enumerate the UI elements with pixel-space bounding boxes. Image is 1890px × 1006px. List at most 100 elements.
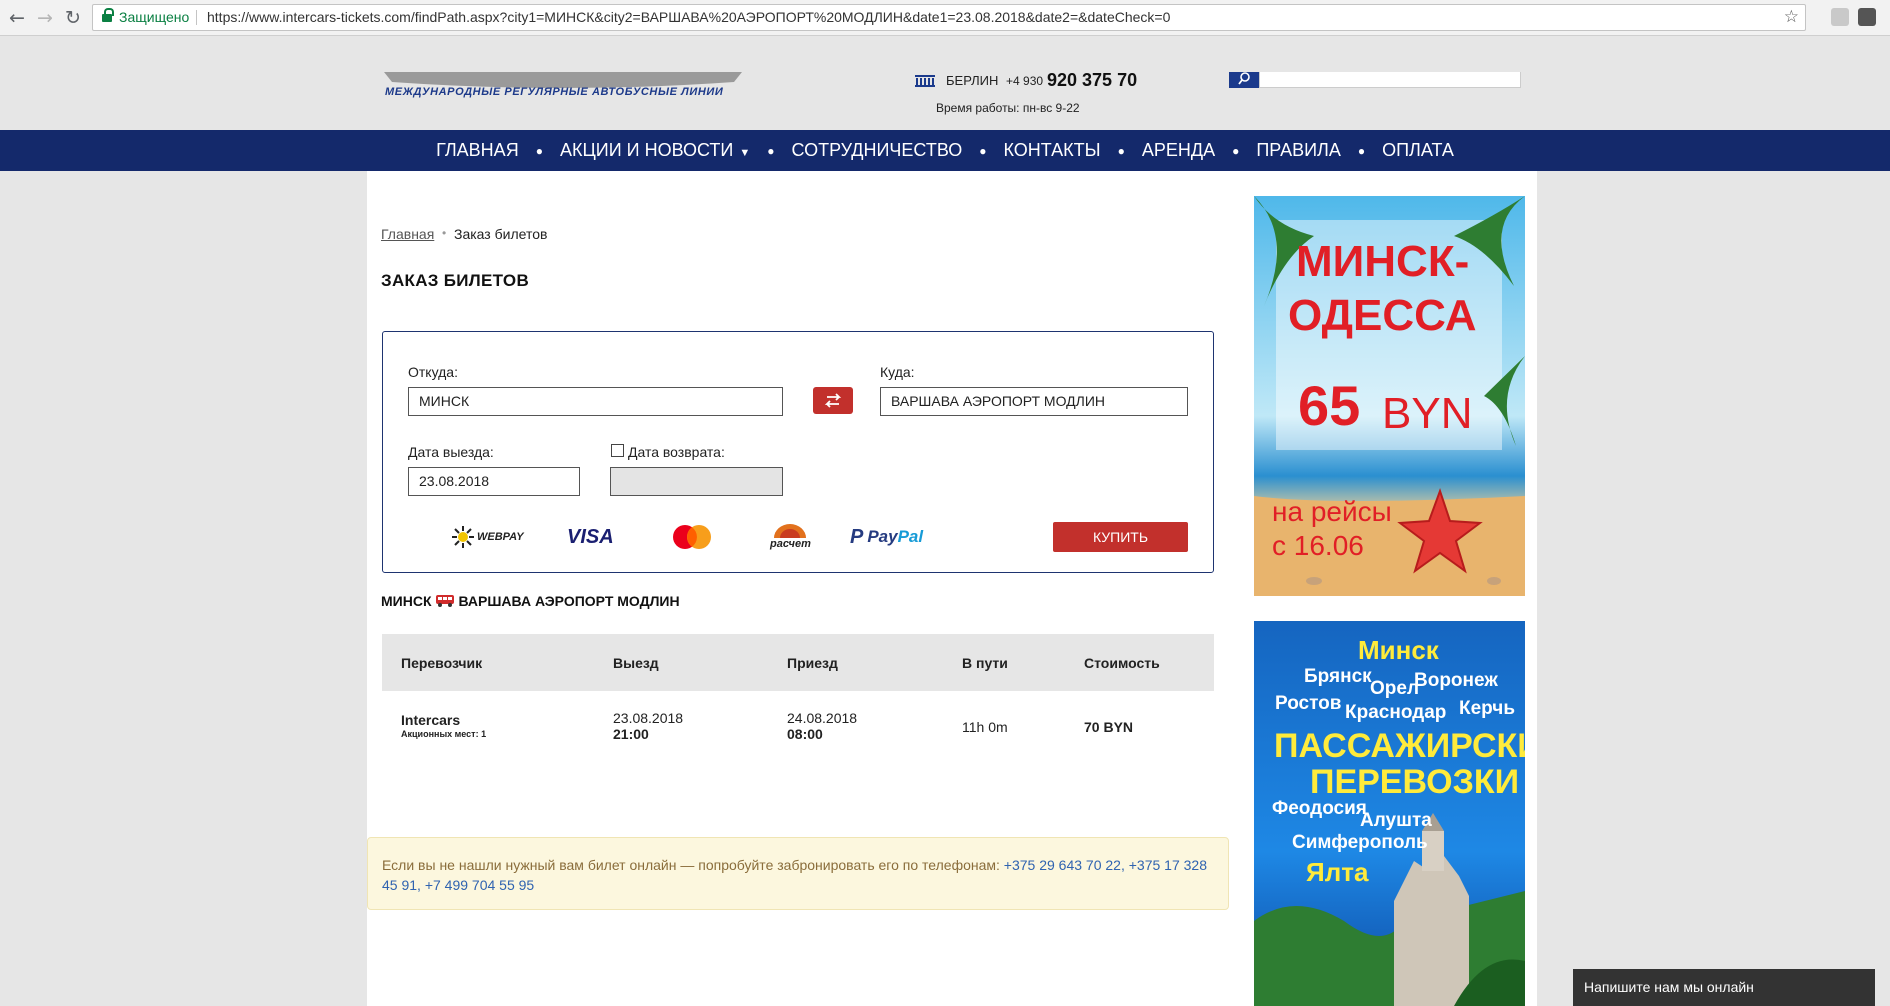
main-nav: ГЛАВНАЯ ● АКЦИИ И НОВОСТИ ▼ ● СОТРУДНИЧЕС… (0, 130, 1890, 171)
banner2-city-orel: Орел (1370, 678, 1420, 699)
reload-icon[interactable]: ↻ (62, 7, 84, 29)
banner1-sub2: с 16.06 (1272, 530, 1364, 561)
banner2-city-minsk: Минск (1358, 635, 1439, 665)
nav-separator: ● (535, 143, 543, 158)
trip-price: 70 BYN (1084, 719, 1134, 735)
phone-number[interactable]: 920 375 70 (1047, 70, 1137, 91)
depart-date-label: Дата выезда: (408, 444, 494, 460)
trip-duration: 11h 0m (962, 719, 1008, 735)
nav-separator: ● (767, 143, 775, 158)
route-title: МИНСК ВАРШАВА АЭРОПОРТ МОДЛИН (381, 593, 680, 609)
secure-label: Защищено (119, 9, 190, 25)
banner2-title1: ПАССАЖИРСКИЕ (1274, 727, 1525, 765)
return-date-input[interactable] (610, 467, 783, 496)
bus-icon (435, 595, 454, 607)
search-icon (1238, 72, 1250, 85)
promo-banner-passenger-transport[interactable]: Минск Брянск Воронеж Орел Ростов Краснод… (1254, 621, 1525, 1006)
route-to: ВАРШАВА АЭРОПОРТ МОДЛИН (458, 593, 680, 609)
banner1-line2: ОДЕССА (1288, 291, 1477, 340)
banner1-price: 65 (1298, 374, 1361, 437)
banner2-city-krasnodar: Краснодар (1345, 702, 1447, 723)
breadcrumb-current: Заказ билетов (454, 226, 548, 242)
banner2-city-rostov: Ростов (1275, 693, 1342, 714)
lock-icon (102, 8, 114, 23)
webpay-logo: WEBPAY (451, 520, 524, 554)
to-label: Куда: (880, 364, 915, 380)
mastercard-logo (670, 520, 714, 554)
banner2-city-feodosia: Феодосия (1272, 798, 1367, 819)
paypal-label: PayPal (867, 527, 923, 547)
raschet-label: расчет (770, 538, 811, 550)
col-price: Стоимость (1084, 655, 1160, 671)
carrier-name: Intercars (401, 712, 461, 728)
swap-arrows-icon (824, 393, 842, 408)
omnibox-divider (196, 10, 197, 25)
arrive-date: 24.08.2018 (787, 710, 858, 726)
depart-time: 21:00 (613, 726, 649, 742)
promo-banner-minsk-odessa[interactable]: МИНСК- ОДЕССА 65 BYN на рейсы с 16.06 (1254, 196, 1525, 596)
nav-item-payment[interactable]: ОПЛАТА (1380, 140, 1456, 161)
return-date-label: Дата возврата: (628, 444, 725, 460)
webpay-label: WEBPAY (477, 531, 524, 543)
bookmark-star-icon[interactable]: ☆ (1784, 5, 1799, 30)
phone-prefix: +4 930 (1006, 74, 1044, 88)
online-chat-widget[interactable]: Напишите нам мы онлайн (1573, 969, 1875, 1006)
nav-item-rent[interactable]: АРЕНДА (1140, 140, 1217, 161)
banner2-city-bryansk: Брянск (1304, 666, 1372, 687)
address-bar[interactable]: Защищено https://www.intercars-tickets.c… (92, 4, 1806, 31)
nav-separator: ● (1232, 143, 1240, 158)
banner2-city-kerch: Керчь (1459, 698, 1516, 719)
nav-item-rules[interactable]: ПРАВИЛА (1254, 140, 1343, 161)
nav-item-news-label: АКЦИИ И НОВОСТИ (559, 140, 734, 160)
webpay-sun-icon (452, 526, 474, 548)
col-arrive: Приезд (787, 655, 838, 671)
paypal-pal: Pal (897, 527, 924, 546)
paypal-pay: Pay (867, 527, 898, 546)
contact-city: БЕРЛИН (946, 73, 999, 88)
camera-extension-icon[interactable] (1858, 8, 1876, 26)
mastercard-icon (673, 525, 711, 549)
nav-separator: ● (1357, 143, 1366, 158)
banner1-sub1: на рейсы (1272, 496, 1392, 527)
banner2-city-yalta: Ялта (1306, 857, 1369, 887)
working-hours: Время работы: пн-вс 9-22 (936, 101, 1080, 115)
paypal-p-icon: P (850, 525, 864, 548)
breadcrumb-separator: • (442, 226, 447, 240)
return-date-checkbox[interactable] (611, 444, 624, 457)
nav-item-home[interactable]: ГЛАВНАЯ (434, 140, 521, 161)
depart-date-input[interactable]: 23.08.2018 (408, 467, 580, 496)
caret-down-icon: ▼ (739, 147, 751, 159)
visa-label: VISA (567, 525, 614, 548)
logo-tagline: МЕЖДУНАРОДНЫЕ РЕГУЛЯРНЫЕ АВТОБУСНЫЕ ЛИНИ… (385, 86, 724, 98)
nav-item-cooperation[interactable]: СОТРУДНИЧЕСТВО (789, 140, 964, 161)
raschet-icon (774, 524, 807, 538)
banner2-city-simferopol: Симферополь (1292, 832, 1428, 853)
from-label: Откуда: (408, 364, 458, 380)
back-arrow-icon[interactable]: ← (6, 7, 28, 29)
site-header: МЕЖДУНАРОДНЫЕ РЕГУЛЯРНЫЕ АВТОБУСНЫЕ ЛИНИ… (0, 36, 1890, 130)
nav-item-contacts[interactable]: КОНТАКТЫ (1002, 140, 1103, 161)
banner1-line1: МИНСК- (1296, 237, 1470, 286)
nav-separator: ● (1117, 143, 1125, 158)
browser-toolbar: ← → ↻ Защищено https://www.intercars-tic… (0, 0, 1890, 36)
arrive-time: 08:00 (787, 726, 823, 742)
results-table-header: Перевозчик Выезд Приезд В пути Стоимость (382, 634, 1214, 691)
paypal-logo: P PayPal (850, 520, 923, 554)
forward-arrow-icon[interactable]: → (34, 7, 56, 29)
url-text[interactable]: https://www.intercars-tickets.com/findPa… (207, 5, 1170, 30)
nav-item-news[interactable]: АКЦИИ И НОВОСТИ ▼ (558, 140, 752, 161)
search-button[interactable] (1229, 72, 1259, 88)
banner2-city-alushta: Алушта (1360, 810, 1432, 831)
from-input[interactable]: МИНСК (408, 387, 783, 416)
page-title: ЗАКАЗ БИЛЕТОВ (381, 271, 530, 290)
search-input[interactable] (1259, 72, 1521, 88)
swap-cities-button[interactable] (813, 387, 853, 414)
to-input[interactable]: ВАРШАВА АЭРОПОРТ МОДЛИН (880, 387, 1188, 416)
buy-button[interactable]: КУПИТЬ (1053, 522, 1188, 552)
breadcrumb-home-link[interactable]: Главная (381, 226, 434, 242)
nav-separator: ● (979, 143, 987, 158)
depart-date: 23.08.2018 (613, 710, 684, 726)
extension-icon[interactable] (1831, 8, 1849, 26)
promo-seats: Акционных мест: 1 (401, 729, 487, 739)
phone-booking-notice: Если вы не нашли нужный вам билет онлайн… (367, 837, 1229, 910)
